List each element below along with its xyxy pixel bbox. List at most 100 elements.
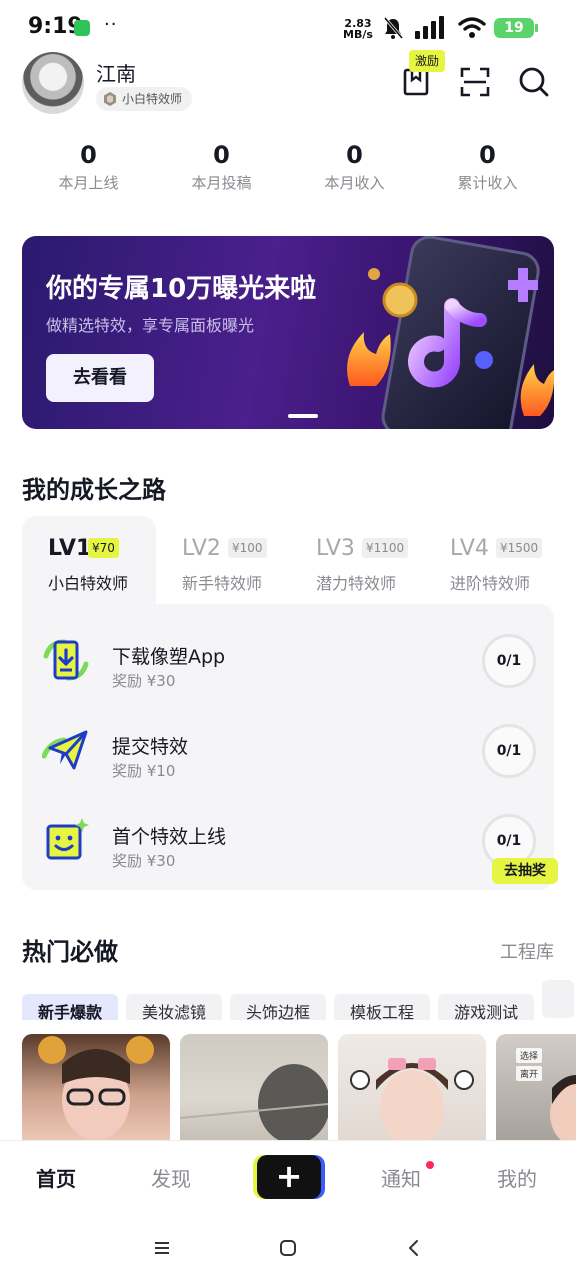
paper-plane-icon (42, 730, 88, 770)
effect-preview-image (350, 1058, 474, 1142)
level-reward-badge: ¥70 (88, 538, 119, 558)
task-reward: 奖励 ¥30 (112, 852, 176, 870)
task-reward: 奖励 ¥10 (112, 762, 176, 780)
nav-home[interactable]: 首页 (36, 1163, 76, 1192)
stat-value: 0 (479, 141, 496, 169)
growth-section-title: 我的成长之路 (22, 476, 166, 504)
signal-icon (415, 16, 444, 39)
banner-page-indicator (288, 414, 318, 418)
chip-more[interactable] (542, 980, 575, 1018)
stat-value: 0 (213, 141, 230, 169)
create-button[interactable]: + (257, 1155, 321, 1199)
level-badge-label: 小白特效师 (122, 92, 183, 106)
level-name: LV2 (182, 536, 221, 561)
search-button[interactable] (516, 64, 552, 100)
chip-beginner-hits[interactable]: 新手爆款 (22, 994, 119, 1020)
task-name: 提交特效 (112, 736, 189, 758)
level-tab-lv1[interactable]: LV1 ¥70 小白特效师 (22, 516, 156, 606)
task-name: 下载像塑App (112, 646, 226, 668)
level-title: 潜力特效师 (316, 574, 397, 593)
task-progress: 0/1 (482, 724, 536, 778)
task-item[interactable]: 提交特效 奖励 ¥10 0/1 (22, 704, 554, 794)
more-notifications-icon: ·· (104, 14, 118, 35)
chip-template-projects[interactable]: 模板工程 (334, 994, 431, 1020)
project-library-link[interactable]: 工程库 (500, 938, 554, 964)
level-tabs: LV1 ¥70 小白特效师 LV2 ¥100 新手特效师 LV3 ¥1100 潜… (22, 516, 554, 606)
stat-total-income[interactable]: 0 累计收入 (421, 140, 554, 193)
task-reward: 奖励 ¥30 (112, 672, 176, 690)
chip-game-tests[interactable]: 游戏测试 (438, 994, 535, 1020)
network-speed-unit: MB/s (343, 28, 373, 41)
user-name[interactable]: 江南 (96, 58, 136, 87)
task-item[interactable]: 下载像塑App 奖励 ¥30 0/1 (22, 614, 554, 704)
effect-thumbnails: 选择 离开 (22, 1034, 576, 1142)
banner-illustration (347, 236, 554, 429)
search-icon (519, 67, 549, 97)
category-chips: 新手爆款 美妆滤镜 头饰边框 模板工程 游戏测试 (22, 980, 576, 1020)
stat-label: 本月上线 (58, 174, 119, 192)
level-title: 小白特效师 (48, 574, 129, 593)
stat-monthly-submissions[interactable]: 0 本月投稿 (155, 140, 288, 193)
stat-value: 0 (80, 141, 97, 169)
task-name: 首个特效上线 (112, 826, 227, 848)
stat-value: 0 (346, 141, 363, 169)
home-square-icon[interactable] (276, 1236, 300, 1260)
promo-banner[interactable]: 你的专属10万曝光来啦 做精选特效，享专属面板曝光 去看看 (22, 236, 554, 429)
level-name: LV1 (48, 536, 92, 561)
download-phone-icon (43, 639, 89, 681)
level-title: 新手特效师 (182, 574, 263, 593)
chip-headwear-frames[interactable]: 头饰边框 (230, 994, 327, 1020)
level-tab-lv3[interactable]: LV3 ¥1100 潜力特效师 (290, 516, 424, 606)
level-badge[interactable]: 小白特效师 (96, 87, 193, 111)
effect-preview-image (38, 1036, 154, 1140)
effect-preview-image (180, 1064, 328, 1142)
effect-thumbnail[interactable]: 选择 离开 (496, 1034, 576, 1142)
banner-subtitle: 做精选特效，享专属面板曝光 (46, 316, 255, 335)
scan-icon (460, 67, 490, 97)
effect-preview-image (550, 1075, 576, 1142)
stats-row: 0 本月上线 0 本月投稿 0 本月收入 0 累计收入 (22, 140, 554, 193)
banner-title: 你的专属10万曝光来啦 (46, 274, 317, 304)
scan-button[interactable] (457, 64, 493, 100)
back-icon[interactable] (402, 1236, 426, 1260)
task-progress: 0/1 (482, 634, 536, 688)
stat-monthly-online[interactable]: 0 本月上线 (22, 140, 155, 193)
network-speed: 2.83 MB/s (342, 18, 374, 40)
stat-label: 本月收入 (324, 174, 385, 192)
level-reward-badge: ¥1100 (362, 538, 409, 558)
level-name: LV3 (316, 536, 355, 561)
level-reward-badge: ¥100 (228, 538, 267, 558)
wifi-icon (458, 17, 486, 38)
effect-thumbnail[interactable] (338, 1034, 486, 1142)
menu-icon[interactable] (150, 1236, 174, 1260)
hot-section-title: 热门必做 (22, 938, 118, 966)
nav-discover[interactable]: 发现 (151, 1163, 191, 1192)
hexagon-badge-icon (104, 92, 116, 106)
chip-beauty-filters[interactable]: 美妆滤镜 (126, 994, 223, 1020)
avatar[interactable] (22, 52, 84, 114)
lottery-button[interactable]: 去抽奖 (492, 858, 558, 884)
smiley-sparkle-icon (46, 818, 89, 860)
incentive-tag[interactable]: 激励 (409, 50, 446, 72)
level-reward-badge: ¥1500 (496, 538, 543, 558)
effect-thumbnail[interactable] (180, 1034, 328, 1142)
effect-thumbnail[interactable] (22, 1034, 170, 1142)
stat-monthly-income[interactable]: 0 本月收入 (288, 140, 421, 193)
stat-label: 累计收入 (457, 174, 518, 192)
notification-dot (426, 1161, 434, 1169)
banner-view-button[interactable]: 去看看 (46, 354, 154, 402)
level-name: LV4 (450, 536, 489, 561)
tasks-panel: 下载像塑App 奖励 ¥30 0/1 提交特效 奖励 ¥10 0/1 首个特效上… (22, 604, 554, 890)
nav-notifications[interactable]: 通知 (381, 1163, 421, 1192)
level-title: 进阶特效师 (450, 574, 531, 593)
chat-app-icon (74, 20, 90, 36)
stat-label: 本月投稿 (191, 174, 252, 192)
battery-icon: 19 (494, 18, 538, 38)
mute-bell-icon (383, 17, 404, 39)
bottom-nav: 首页 发现 + 通知 我的 (0, 1140, 576, 1214)
nav-me[interactable]: 我的 (497, 1163, 537, 1192)
level-tab-lv4[interactable]: LV4 ¥1500 进阶特效师 (424, 516, 558, 606)
level-tab-lv2[interactable]: LV2 ¥100 新手特效师 (156, 516, 290, 606)
task-item[interactable]: 首个特效上线 奖励 ¥30 0/1 (22, 794, 554, 884)
system-nav-bar (0, 1214, 576, 1280)
